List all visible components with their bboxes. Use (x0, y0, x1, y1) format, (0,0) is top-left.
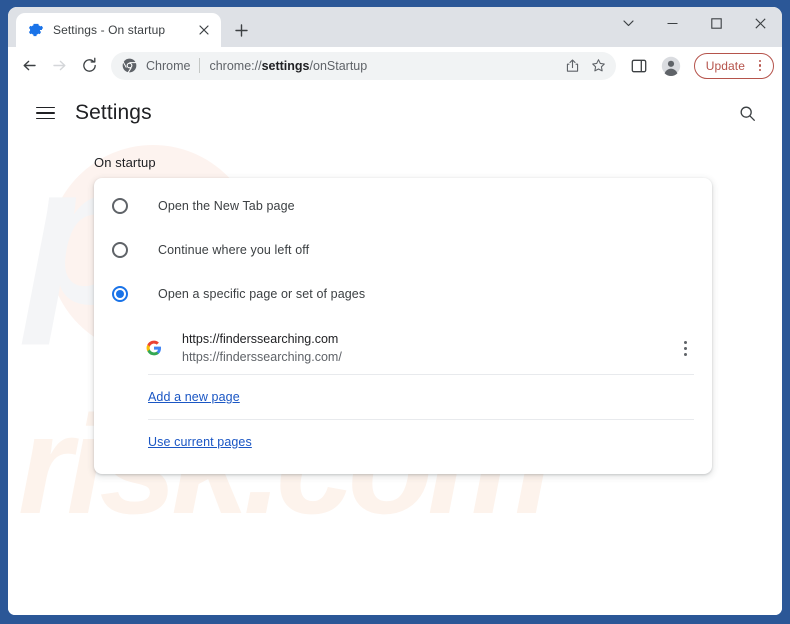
url-prefix: chrome:// (209, 58, 262, 73)
radio-icon-selected[interactable] (112, 286, 128, 302)
window-frame: Settings - On startup Chrome chrome://se… (0, 0, 790, 624)
browser-window: Settings - On startup Chrome chrome://se… (8, 7, 782, 615)
settings-gear-icon (28, 23, 44, 37)
omnibox-separator (199, 58, 201, 73)
forward-button[interactable] (44, 51, 74, 81)
dot (758, 64, 762, 67)
menu-bar (35, 117, 55, 120)
startup-page-title: https://finderssearching.com (182, 332, 339, 346)
startup-page-text: https://finderssearching.com https://fin… (182, 330, 672, 366)
minimize-button[interactable] (650, 7, 694, 39)
dot (683, 352, 687, 356)
startup-option-specific-pages[interactable]: Open a specific page or set of pages (94, 272, 712, 316)
address-bar[interactable]: Chrome chrome://settings/onStartup (111, 51, 616, 80)
radio-icon[interactable] (112, 198, 128, 214)
startup-page-url: https://finderssearching.com/ (182, 350, 342, 364)
hamburger-menu-icon[interactable] (28, 96, 62, 130)
update-button[interactable]: Update (693, 52, 774, 79)
maximize-button[interactable] (694, 7, 738, 39)
dot (758, 68, 762, 72)
page-title: Settings (75, 101, 152, 124)
startup-option-new-tab[interactable]: Open the New Tab page (94, 184, 712, 228)
close-button[interactable] (738, 7, 782, 39)
tab-close-icon[interactable] (195, 21, 213, 39)
startup-option-label: Continue where you left off (158, 243, 310, 257)
more-vertical-icon[interactable] (751, 57, 769, 75)
dot (758, 59, 762, 63)
window-controls (606, 7, 782, 39)
tab-title: Settings - On startup (53, 23, 166, 37)
on-startup-card: Open the New Tab page Continue where you… (94, 178, 712, 474)
dot (683, 340, 687, 344)
menu-bar (35, 106, 55, 109)
use-current-pages-row[interactable]: Use current pages (94, 420, 712, 464)
settings-header: Settings (8, 85, 782, 141)
tab-search-button[interactable] (606, 7, 650, 39)
reload-button[interactable] (74, 51, 104, 81)
google-g-icon (146, 340, 162, 356)
use-current-pages-link[interactable]: Use current pages (148, 435, 252, 449)
share-icon[interactable] (560, 53, 586, 79)
profile-avatar-icon[interactable] (656, 51, 686, 81)
startup-option-label: Open a specific page or set of pages (158, 287, 366, 301)
menu-bar (35, 112, 55, 114)
browser-tab-settings[interactable]: Settings - On startup (16, 13, 221, 47)
dot (683, 346, 687, 350)
startup-page-row[interactable]: https://finderssearching.com https://fin… (94, 322, 712, 374)
back-button[interactable] (14, 51, 44, 81)
star-icon[interactable] (586, 53, 612, 79)
new-tab-button[interactable] (227, 16, 255, 44)
side-panel-icon[interactable] (624, 51, 654, 81)
tab-strip: Settings - On startup (8, 7, 782, 47)
update-button-label: Update (705, 58, 745, 73)
chrome-logo-icon (122, 58, 137, 73)
startup-option-label: Open the New Tab page (158, 199, 295, 213)
settings-page: pc risk.com Settings (8, 85, 782, 615)
section-title: On startup (94, 155, 156, 170)
settings-body: On startup Open the New Tab page Continu… (8, 155, 782, 474)
url-bold-segment: settings (261, 58, 310, 73)
omnibox-chrome-label: Chrome (146, 58, 191, 73)
omnibox-url-text: chrome://settings/onStartup (209, 59, 559, 73)
add-new-page-link[interactable]: Add a new page (148, 390, 240, 404)
startup-option-continue[interactable]: Continue where you left off (94, 228, 712, 272)
add-new-page-row[interactable]: Add a new page (94, 375, 712, 419)
browser-toolbar: Chrome chrome://settings/onStartup Updat… (8, 47, 782, 85)
startup-pages-list: https://finderssearching.com https://fin… (94, 322, 712, 374)
search-icon[interactable] (730, 96, 764, 130)
url-suffix: /onStartup (309, 58, 368, 73)
more-vertical-icon[interactable] (672, 335, 698, 361)
radio-icon[interactable] (112, 242, 128, 258)
